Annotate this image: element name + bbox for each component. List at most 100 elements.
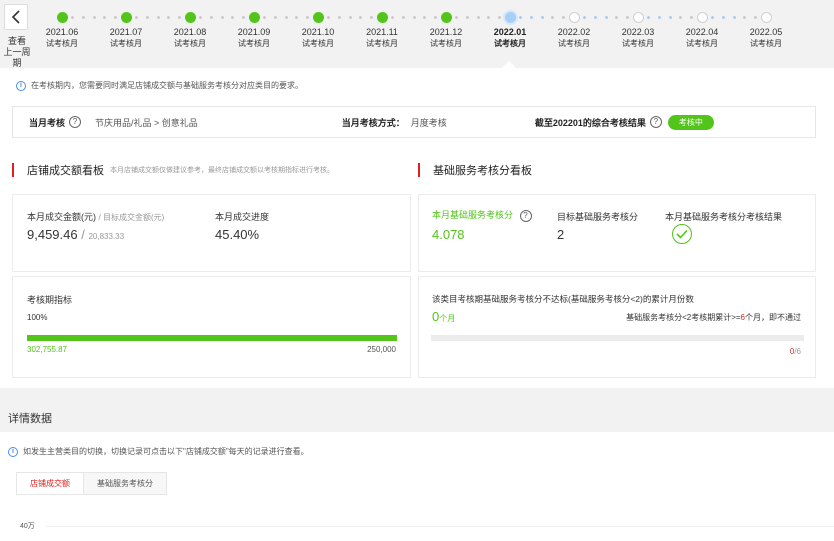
chart-y-axis-label: 40万	[20, 523, 35, 530]
timeline-month-2021.09[interactable]: 2021.09 试考核月	[222, 12, 286, 49]
timeline-month-2021.11[interactable]: 2021.11 试考核月	[350, 12, 414, 49]
info-icon: i	[8, 446, 18, 457]
target-score-label: 目标基础服务考核分	[557, 212, 639, 222]
period-label: 考核期指标	[27, 295, 73, 305]
assess-label: 当月考核	[29, 117, 66, 128]
timeline-dot	[568, 12, 580, 23]
score-result-label: 本月基础服务考核分考核结果	[665, 212, 783, 222]
details-panel: i 如发生主营类目的切换，切换记录可点击以下"店铺成交额"每天的记录进行查看。 …	[0, 432, 834, 541]
current-month-pointer	[502, 61, 516, 68]
tab-service-score[interactable]: 基础服务考核分	[84, 473, 166, 494]
timeline-status: 试考核月	[366, 39, 398, 48]
timeline-status: 试考核月	[686, 39, 718, 48]
timeline-dot	[120, 12, 132, 23]
timeline-dot	[504, 12, 516, 23]
chart-gridline	[46, 526, 834, 527]
timeline-date: 2021.07	[109, 27, 143, 37]
tab-sales[interactable]: 店铺成交额	[17, 473, 84, 494]
timeline-dot	[440, 12, 452, 23]
question-icon[interactable]: ?	[69, 116, 82, 128]
timeline-dot	[184, 12, 196, 23]
timeline-month-2022.01[interactable]: 2022.01 试考核月	[478, 12, 542, 49]
score-value: 4.078	[432, 227, 465, 242]
timeline-status: 试考核月	[46, 39, 78, 48]
question-icon[interactable]: ?	[519, 209, 532, 222]
fail-progress-bar	[431, 335, 804, 341]
assessment-info-bar: 当月考核 ? 节庆用品/礼品 > 创意礼品 当月考核方式： 月度考核 截至202…	[12, 106, 816, 138]
chevron-left-icon	[11, 10, 20, 24]
timeline-status: 试考核月	[750, 39, 782, 48]
details-header: 详情数据	[0, 398, 834, 432]
target-score-value: 2	[557, 227, 565, 242]
timeline-status: 试考核月	[238, 39, 270, 48]
progress-label: 本月成交进度	[215, 212, 270, 222]
timeline-dot	[696, 12, 708, 23]
timeline-dot	[632, 12, 644, 23]
progress-value: 45.40%	[215, 227, 260, 242]
info-icon: i	[16, 80, 26, 91]
fail-label: 该类目考核期基础服务考核分不达标(基础服务考核分<2)的累计月份数	[432, 294, 694, 304]
score-label: 本月基础服务考核分 ?	[432, 208, 532, 222]
timeline-month-2021.10[interactable]: 2021.10 试考核月	[286, 12, 350, 49]
timeline-date: 2021.06	[45, 27, 79, 37]
status-badge: 考核中	[667, 114, 714, 130]
timeline-month-2021.06[interactable]: 2021.06 试考核月	[30, 12, 94, 49]
timeline-date: 2022.04	[685, 27, 719, 37]
sales-amount-card: 本月成交金额(元) / 目标成交金额(元) 9,459.46 / 20,833.…	[12, 194, 411, 272]
period-actual: 302,755.87	[27, 345, 68, 354]
service-score-card: 本月基础服务考核分 ? 4.078 目标基础服务考核分 2 本月基础服务考核分考…	[418, 194, 816, 272]
previous-period-button[interactable]	[4, 4, 28, 30]
timeline-status: 试考核月	[110, 39, 142, 48]
timeline-month-2022.03[interactable]: 2022.03 试考核月	[606, 12, 670, 49]
timeline-date: 2021.09	[237, 27, 271, 37]
timeline-date: 2021.10	[301, 27, 335, 37]
fail-months-card: 该类目考核期基础服务考核分不达标(基础服务考核分<2)的累计月份数 0个月 基础…	[418, 276, 816, 378]
fail-rule: 基础服务考核分<2考核期累计>=6个月，即不通过	[626, 313, 801, 322]
result-label: 截至202201的综合考核结果	[534, 117, 646, 128]
question-icon[interactable]: ?	[649, 116, 662, 128]
period-target: 250,000	[367, 345, 396, 354]
timeline-status: 试考核月	[494, 39, 526, 48]
timeline-status: 试考核月	[622, 39, 654, 48]
timeline-dot	[312, 12, 324, 23]
timeline-date: 2022.01	[493, 27, 527, 37]
timeline-status: 试考核月	[430, 39, 462, 48]
period-target-card: 考核期指标 100% 302,755.87 250,000	[12, 276, 411, 378]
details-tabs: 店铺成交额 基础服务考核分	[16, 472, 167, 495]
amount-label: 本月成交金额(元) / 目标成交金额(元)	[27, 212, 165, 222]
timeline-month-2022.04[interactable]: 2022.04 试考核月	[670, 12, 734, 49]
sales-board-title: 店铺成交额看板 本月店铺成交额仅做建议参考，最终店铺成交额以考核期指标进行考核。	[12, 162, 334, 178]
check-icon	[672, 224, 692, 244]
service-board-title: 基础服务考核分看板	[418, 162, 532, 178]
method-value: 月度考核	[410, 117, 447, 128]
amount-value: 9,459.46 / 20,833.33	[27, 227, 125, 242]
timeline-dot	[760, 12, 772, 23]
timeline-month-2022.05[interactable]: 2022.05 试考核月	[734, 12, 798, 49]
details-notice: i 如发生主营类目的切换，切换记录可点击以下"店铺成交额"每天的记录进行查看。	[8, 446, 309, 457]
timeline-date: 2022.02	[557, 27, 591, 37]
previous-period-label[interactable]: 查看 上一周期	[0, 36, 34, 69]
timeline-month-2021.08[interactable]: 2021.08 试考核月	[158, 12, 222, 49]
timeline-status: 试考核月	[302, 39, 334, 48]
timeline-month-2021.07[interactable]: 2021.07 试考核月	[94, 12, 158, 49]
page-root: 查看 上一周期 2021.06 试考核月 2021.07 试考核月 2021.08 试考核…	[0, 0, 834, 541]
timeline-month-2022.02[interactable]: 2022.02 试考核月	[542, 12, 606, 49]
timeline-date: 2022.03	[621, 27, 655, 37]
timeline-status: 试考核月	[174, 39, 206, 48]
timeline-month-2021.12[interactable]: 2021.12 试考核月	[414, 12, 478, 49]
timeline-date: 2021.08	[173, 27, 207, 37]
timeline-date: 2021.11	[366, 27, 398, 37]
assessment-panel: i 在考核期内，您需要同时满足店铺成交额与基础服务考核分对应类目的要求。 当月考…	[0, 68, 834, 388]
timeline-dot	[248, 12, 260, 23]
assess-category: 节庆用品/礼品 > 创意礼品	[95, 117, 198, 128]
top-notice: i 在考核期内，您需要同时满足店铺成交额与基础服务考核分对应类目的要求。	[16, 80, 303, 91]
period-progress-bar	[27, 335, 397, 341]
timeline-dot	[376, 12, 388, 23]
timeline-status: 试考核月	[558, 39, 590, 48]
fail-count: 0/6	[789, 347, 801, 356]
method-label: 当月考核方式：	[341, 117, 405, 128]
assessment-timeline: 查看 上一周期 2021.06 试考核月 2021.07 试考核月 2021.08 试考核…	[0, 0, 834, 68]
timeline-dot	[56, 12, 68, 23]
timeline-date: 2021.12	[429, 27, 463, 37]
details-title: 详情数据	[8, 413, 52, 425]
